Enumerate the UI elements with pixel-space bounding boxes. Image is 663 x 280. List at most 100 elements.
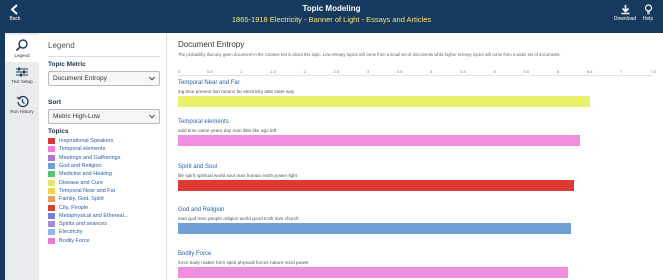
- topic-item[interactable]: Inspirational Speakers: [48, 137, 163, 145]
- sort-value: Metric High-Low: [53, 113, 100, 120]
- topic-color-swatch: [48, 163, 55, 170]
- topic-color-swatch: [48, 154, 55, 161]
- x-tick-label: 3.5: [396, 69, 403, 74]
- bar-topic-name[interactable]: Bodily Force: [178, 251, 211, 257]
- history-icon: [16, 95, 29, 108]
- topic-label: Disease and Cure: [59, 179, 104, 186]
- rail-text-setup-button[interactable]: Text Setup: [5, 66, 39, 84]
- back-label: Back: [9, 16, 21, 22]
- chevron-down-icon: [149, 114, 155, 119]
- topic-color-swatch: [48, 204, 55, 211]
- x-tick-label: 2: [303, 69, 306, 74]
- topic-label: Electricity: [59, 229, 83, 236]
- rail-run-history-button[interactable]: Run History: [5, 95, 39, 114]
- topic-label: City, People: [59, 204, 89, 211]
- back-button[interactable]: Back: [4, 4, 26, 22]
- topic-label: Bodily Force: [59, 237, 90, 244]
- rail-legend-label: Legend: [14, 53, 30, 58]
- topic-color-swatch: [48, 196, 55, 203]
- chart-description: The probability that any given document …: [178, 52, 561, 57]
- help-button[interactable]: Help: [638, 4, 658, 22]
- topic-label: Inspirational Speakers: [59, 138, 114, 145]
- lightbulb-icon: [644, 4, 652, 15]
- topic-item[interactable]: Medicine and Healing: [48, 170, 163, 178]
- topic-item[interactable]: Disease and Cure: [48, 178, 163, 186]
- main-panel: Document Entropy The probability that an…: [167, 33, 663, 280]
- x-tick-label: 6.5: [586, 69, 593, 74]
- topic-bar[interactable]: [178, 267, 568, 278]
- topic-item[interactable]: Electricity: [48, 228, 163, 236]
- chevron-down-icon: [149, 76, 155, 81]
- topic-color-swatch: [48, 138, 55, 145]
- topic-item[interactable]: Metaphysical and Ethereal...: [48, 212, 163, 220]
- topics-label: Topics: [48, 128, 69, 135]
- bar-topic-name[interactable]: Temporal Near and Far: [178, 80, 240, 86]
- x-tick-label: 7: [620, 69, 623, 74]
- x-tick-label: 5.5: [523, 69, 530, 74]
- download-icon: [621, 5, 629, 15]
- rail-run-history-label: Run History: [10, 109, 34, 114]
- page-subtitle[interactable]: 1865-1918 Electricity - Banner of Light …: [150, 15, 513, 24]
- x-tick-label: 1: [240, 69, 243, 74]
- x-tick-label: 1.5: [270, 69, 276, 74]
- topic-label: Meetings and Gatherings: [59, 154, 121, 161]
- x-tick-label: 3: [366, 69, 370, 74]
- topic-label: Metaphysical and Ethereal...: [59, 212, 129, 219]
- top-bar: Back Topic Modeling 1865-1918 Electricit…: [0, 0, 663, 33]
- topic-color-swatch: [48, 229, 55, 236]
- rail-text-setup-label: Text Setup: [11, 79, 33, 84]
- topic-item[interactable]: Meetings and Gatherings: [48, 154, 163, 162]
- chevron-left-icon: [10, 4, 18, 15]
- download-button[interactable]: Download: [613, 4, 637, 22]
- topic-bar[interactable]: [178, 135, 581, 146]
- x-tick-label: 4: [430, 69, 433, 74]
- topic-list: Inspirational Speakers Temporal elements M…: [48, 137, 163, 245]
- bar-topic-words: ing time present lion means far electric…: [178, 89, 295, 94]
- bar-topic-name[interactable]: God and Religion: [178, 207, 224, 213]
- topic-color-swatch: [48, 171, 55, 178]
- rail-legend-button[interactable]: Legend: [5, 35, 39, 62]
- download-label: Download: [613, 16, 637, 22]
- topic-item[interactable]: Family, God, Spirit: [48, 195, 163, 203]
- bar-topic-name[interactable]: Spirit and Soul: [178, 164, 217, 170]
- topic-item[interactable]: Spirits and seances: [48, 220, 163, 228]
- side-rail: Legend Text Setup Run History: [5, 33, 39, 280]
- topic-item[interactable]: Temporal elements: [48, 145, 163, 153]
- topic-item[interactable]: Temporal Near and Far: [48, 187, 163, 195]
- topic-label: Temporal elements: [59, 146, 106, 153]
- x-tick-label: 5: [493, 69, 496, 74]
- topic-bar[interactable]: [178, 180, 574, 191]
- topic-label: Temporal Near and Far: [59, 187, 116, 194]
- topic-color-swatch: [48, 221, 55, 228]
- topic-metric-select[interactable]: Document Entropy: [48, 71, 160, 86]
- x-tick-label: 0.5: [206, 69, 213, 74]
- topic-color-swatch: [48, 187, 55, 194]
- x-tick-label: 2.5: [333, 69, 340, 74]
- x-tick-label: 4.5: [460, 69, 466, 74]
- bar-topic-words: said time came years day man little like…: [178, 128, 277, 133]
- title-block: Topic Modeling 1865-1918 Electricity - B…: [150, 4, 513, 24]
- bar-topic-name[interactable]: Temporal elements: [178, 119, 229, 125]
- topic-item[interactable]: City, People: [48, 203, 163, 211]
- topic-color-swatch: [48, 179, 55, 186]
- legend-divider: [48, 56, 160, 57]
- sliders-icon: [16, 67, 28, 77]
- topic-bar[interactable]: [178, 96, 590, 107]
- sort-select[interactable]: Metric High-Low: [48, 109, 160, 124]
- topic-item[interactable]: Bodily Force: [48, 237, 163, 245]
- topic-color-swatch: [48, 146, 55, 153]
- x-tick-label: 6: [556, 69, 560, 74]
- topic-label: Family, God, Spirit: [59, 196, 104, 203]
- topic-label: Spirits and seances: [59, 221, 107, 228]
- x-tick-label: 7.5: [650, 69, 656, 74]
- topic-metric-value: Document Entropy: [53, 75, 107, 82]
- axis-line: [178, 75, 653, 76]
- bar-topic-words: force body matter form spirit physical f…: [178, 260, 309, 265]
- sort-label: Sort: [48, 99, 61, 106]
- topic-color-swatch: [48, 237, 55, 244]
- bar-topic-words: man god men people religion world good t…: [178, 216, 299, 221]
- topic-item[interactable]: God and Religion: [48, 162, 163, 170]
- x-tick-label: 0: [178, 69, 181, 74]
- topic-bar[interactable]: [178, 223, 571, 234]
- search-icon: [15, 39, 28, 52]
